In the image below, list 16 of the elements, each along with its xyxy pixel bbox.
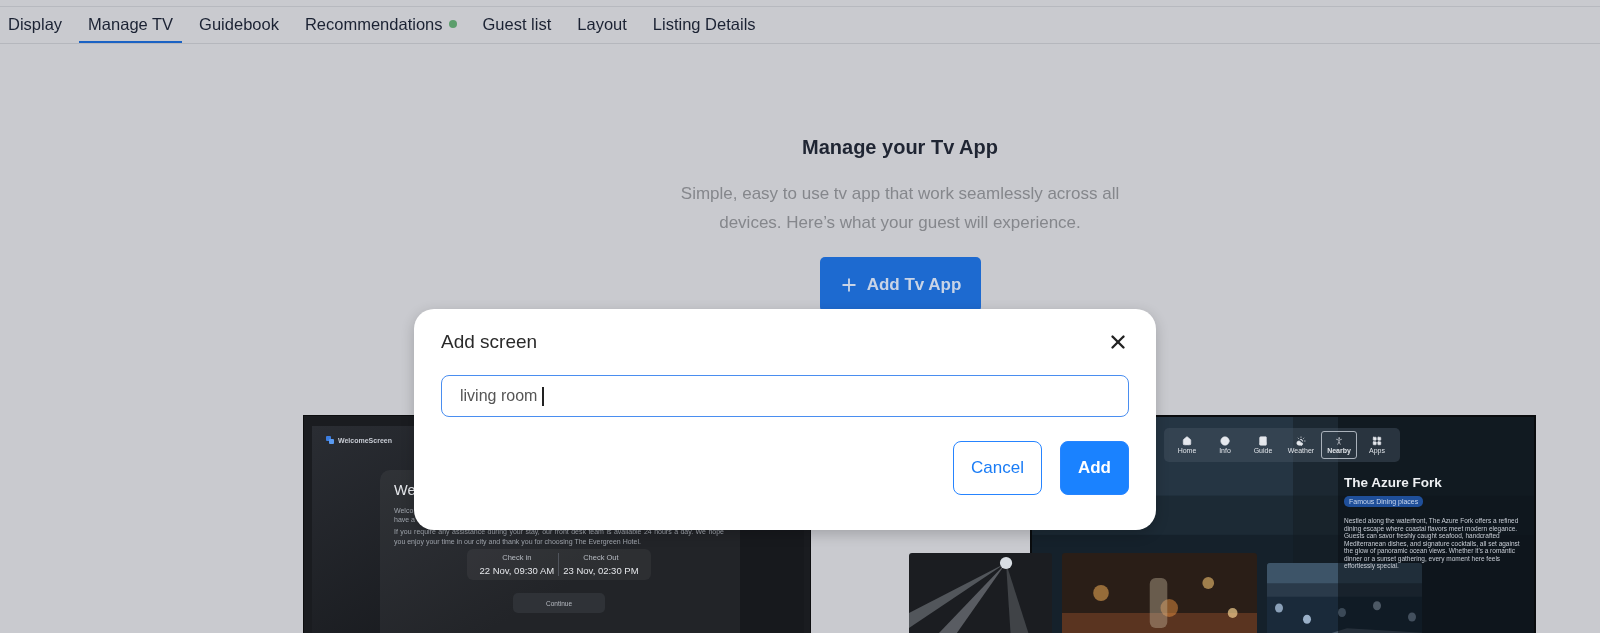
screen-name-field[interactable]: living room xyxy=(441,375,1129,417)
cancel-button[interactable]: Cancel xyxy=(953,441,1042,495)
nav-tab[interactable]: Layout xyxy=(568,7,636,43)
time-value: 23 Nov, 02:30 PM xyxy=(563,565,639,576)
nav-tab[interactable]: Listing Details xyxy=(643,7,765,43)
nav-tab[interactable]: Manage TV xyxy=(79,7,183,43)
nav-tab[interactable]: Guidebook xyxy=(190,7,288,43)
nav-tab[interactable]: Display xyxy=(0,7,72,43)
time-value: 22 Nov, 09:30 AM xyxy=(479,565,555,576)
dialog-title: Add screen xyxy=(441,331,538,353)
page-subtitle: Simple, easy to use tv app that work seamlessly across all devices. Here’s what your guest will experience. xyxy=(679,183,1121,234)
welcome-heading: We xyxy=(394,482,416,498)
nav-tab[interactable]: Guest list xyxy=(473,7,561,43)
nav-tab[interactable]: Recommendations xyxy=(295,7,466,43)
page-title: Manage your Tv App xyxy=(802,136,998,159)
text-cursor xyxy=(542,386,544,406)
